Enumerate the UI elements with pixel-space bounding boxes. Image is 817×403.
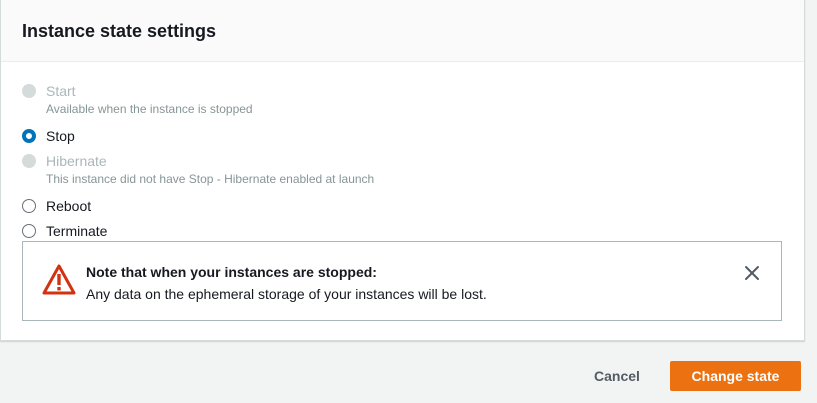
terminate-radio[interactable] — [22, 224, 36, 238]
stop-label: Stop — [46, 128, 75, 144]
start-label: Start — [46, 83, 76, 99]
panel-header: Instance state settings — [1, 0, 804, 62]
hibernate-label: Hibernate — [46, 153, 107, 169]
reboot-radio[interactable] — [22, 199, 36, 213]
start-radio[interactable] — [22, 84, 36, 98]
reboot-label: Reboot — [46, 198, 92, 214]
warning-alert: Note that when your instances are stoppe… — [22, 241, 782, 321]
hibernate-radio[interactable] — [22, 154, 36, 168]
change-state-button[interactable]: Change state — [670, 361, 801, 391]
alert-message: Any data on the ephemeral storage of you… — [86, 286, 487, 302]
cancel-button[interactable]: Cancel — [580, 361, 654, 391]
panel-title: Instance state settings — [22, 21, 217, 41]
stop-radio[interactable] — [22, 129, 36, 143]
start-description: Available when the instance is stopped — [46, 102, 253, 116]
instance-state-panel: Instance state settings Start Available … — [0, 0, 805, 341]
alert-title: Note that when your instances are stoppe… — [86, 264, 377, 280]
close-icon[interactable] — [743, 264, 761, 282]
warning-icon — [42, 264, 76, 295]
hibernate-description: This instance did not have Stop - Hibern… — [46, 172, 375, 186]
terminate-label: Terminate — [46, 223, 108, 239]
